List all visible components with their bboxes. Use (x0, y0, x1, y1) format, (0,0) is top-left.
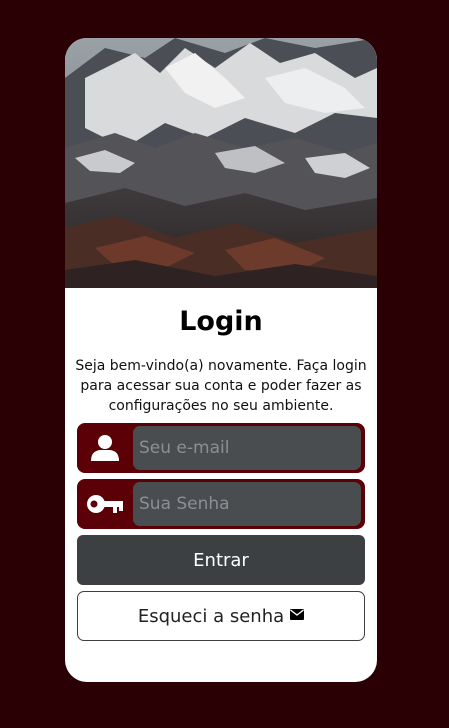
email-input[interactable] (133, 426, 361, 470)
user-icon (77, 423, 133, 473)
forgot-password-label: Esqueci a senha (137, 606, 285, 627)
forgot-password-button[interactable]: Esqueci a senha (77, 591, 365, 641)
login-submit-label: Entrar (193, 550, 249, 571)
key-icon (77, 479, 133, 529)
login-card: Login Seja bem-vindo(a) novamente. Faça … (65, 38, 377, 682)
mountain-hero-image (65, 38, 377, 288)
login-submit-button[interactable]: Entrar (77, 535, 365, 585)
page-title: Login (179, 306, 263, 337)
envelope-icon (290, 591, 305, 638)
welcome-description: Seja bem-vindo(a) novamente. Faça login … (75, 358, 367, 414)
password-field-group (77, 479, 365, 529)
email-field-group (77, 423, 365, 473)
password-input[interactable] (133, 482, 361, 526)
